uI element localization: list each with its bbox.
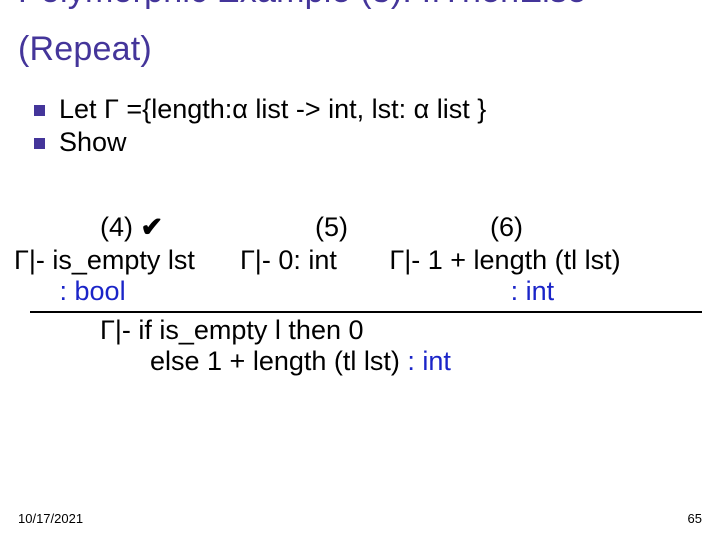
slide-title-line1: Polymorphic Example (3): IfThenElse bbox=[18, 0, 586, 11]
premise-3: Γ|- 1 + length (tl lst) bbox=[389, 245, 620, 275]
slide: Polymorphic Example (3): IfThenElse (Rep… bbox=[0, 0, 720, 540]
premise-number: (6) bbox=[490, 212, 523, 243]
bullet-item: Let Γ ={length:α list -> int, lst: α lis… bbox=[34, 94, 486, 125]
footer-date: 10/17/2021 bbox=[18, 511, 83, 526]
inference-line bbox=[30, 311, 702, 313]
bullet-text: Show bbox=[59, 127, 127, 158]
slide-title-line2: (Repeat) bbox=[18, 30, 152, 69]
conclusion-type: : int bbox=[407, 346, 451, 376]
bullet-text: Let Γ ={length:α list -> int, lst: α lis… bbox=[59, 94, 486, 125]
premise-number: (5) bbox=[315, 212, 490, 243]
premise-2: Γ|- 0: int bbox=[240, 245, 337, 275]
bullet-square-icon bbox=[34, 138, 45, 149]
bullet-item: Show bbox=[34, 127, 486, 158]
premise-1-type: : bool bbox=[60, 276, 126, 306]
footer-page-number: 65 bbox=[688, 511, 702, 526]
premises-row: Γ|- is_empty lst Γ|- 0: int Γ|- 1 + leng… bbox=[14, 245, 720, 276]
derivation-block: (4) ✔ (5) (6) Γ|- is_empty lst Γ|- 0: in… bbox=[0, 212, 720, 377]
bullet-square-icon bbox=[34, 105, 45, 116]
conclusion-line1: Γ|- if is_empty l then 0 bbox=[100, 315, 720, 346]
conclusion-line2: else 1 + length (tl lst) : int bbox=[150, 346, 720, 377]
premise-numbers-row: (4) ✔ (5) (6) bbox=[100, 212, 720, 243]
check-icon: ✔ bbox=[141, 212, 164, 242]
premise-number: (4) ✔ bbox=[100, 212, 315, 243]
premise-1: Γ|- is_empty lst bbox=[14, 245, 195, 275]
bullet-list: Let Γ ={length:α list -> int, lst: α lis… bbox=[34, 94, 486, 160]
premise-3-type: : int bbox=[511, 276, 555, 306]
premise-types-row: : bool : int bbox=[0, 276, 720, 307]
